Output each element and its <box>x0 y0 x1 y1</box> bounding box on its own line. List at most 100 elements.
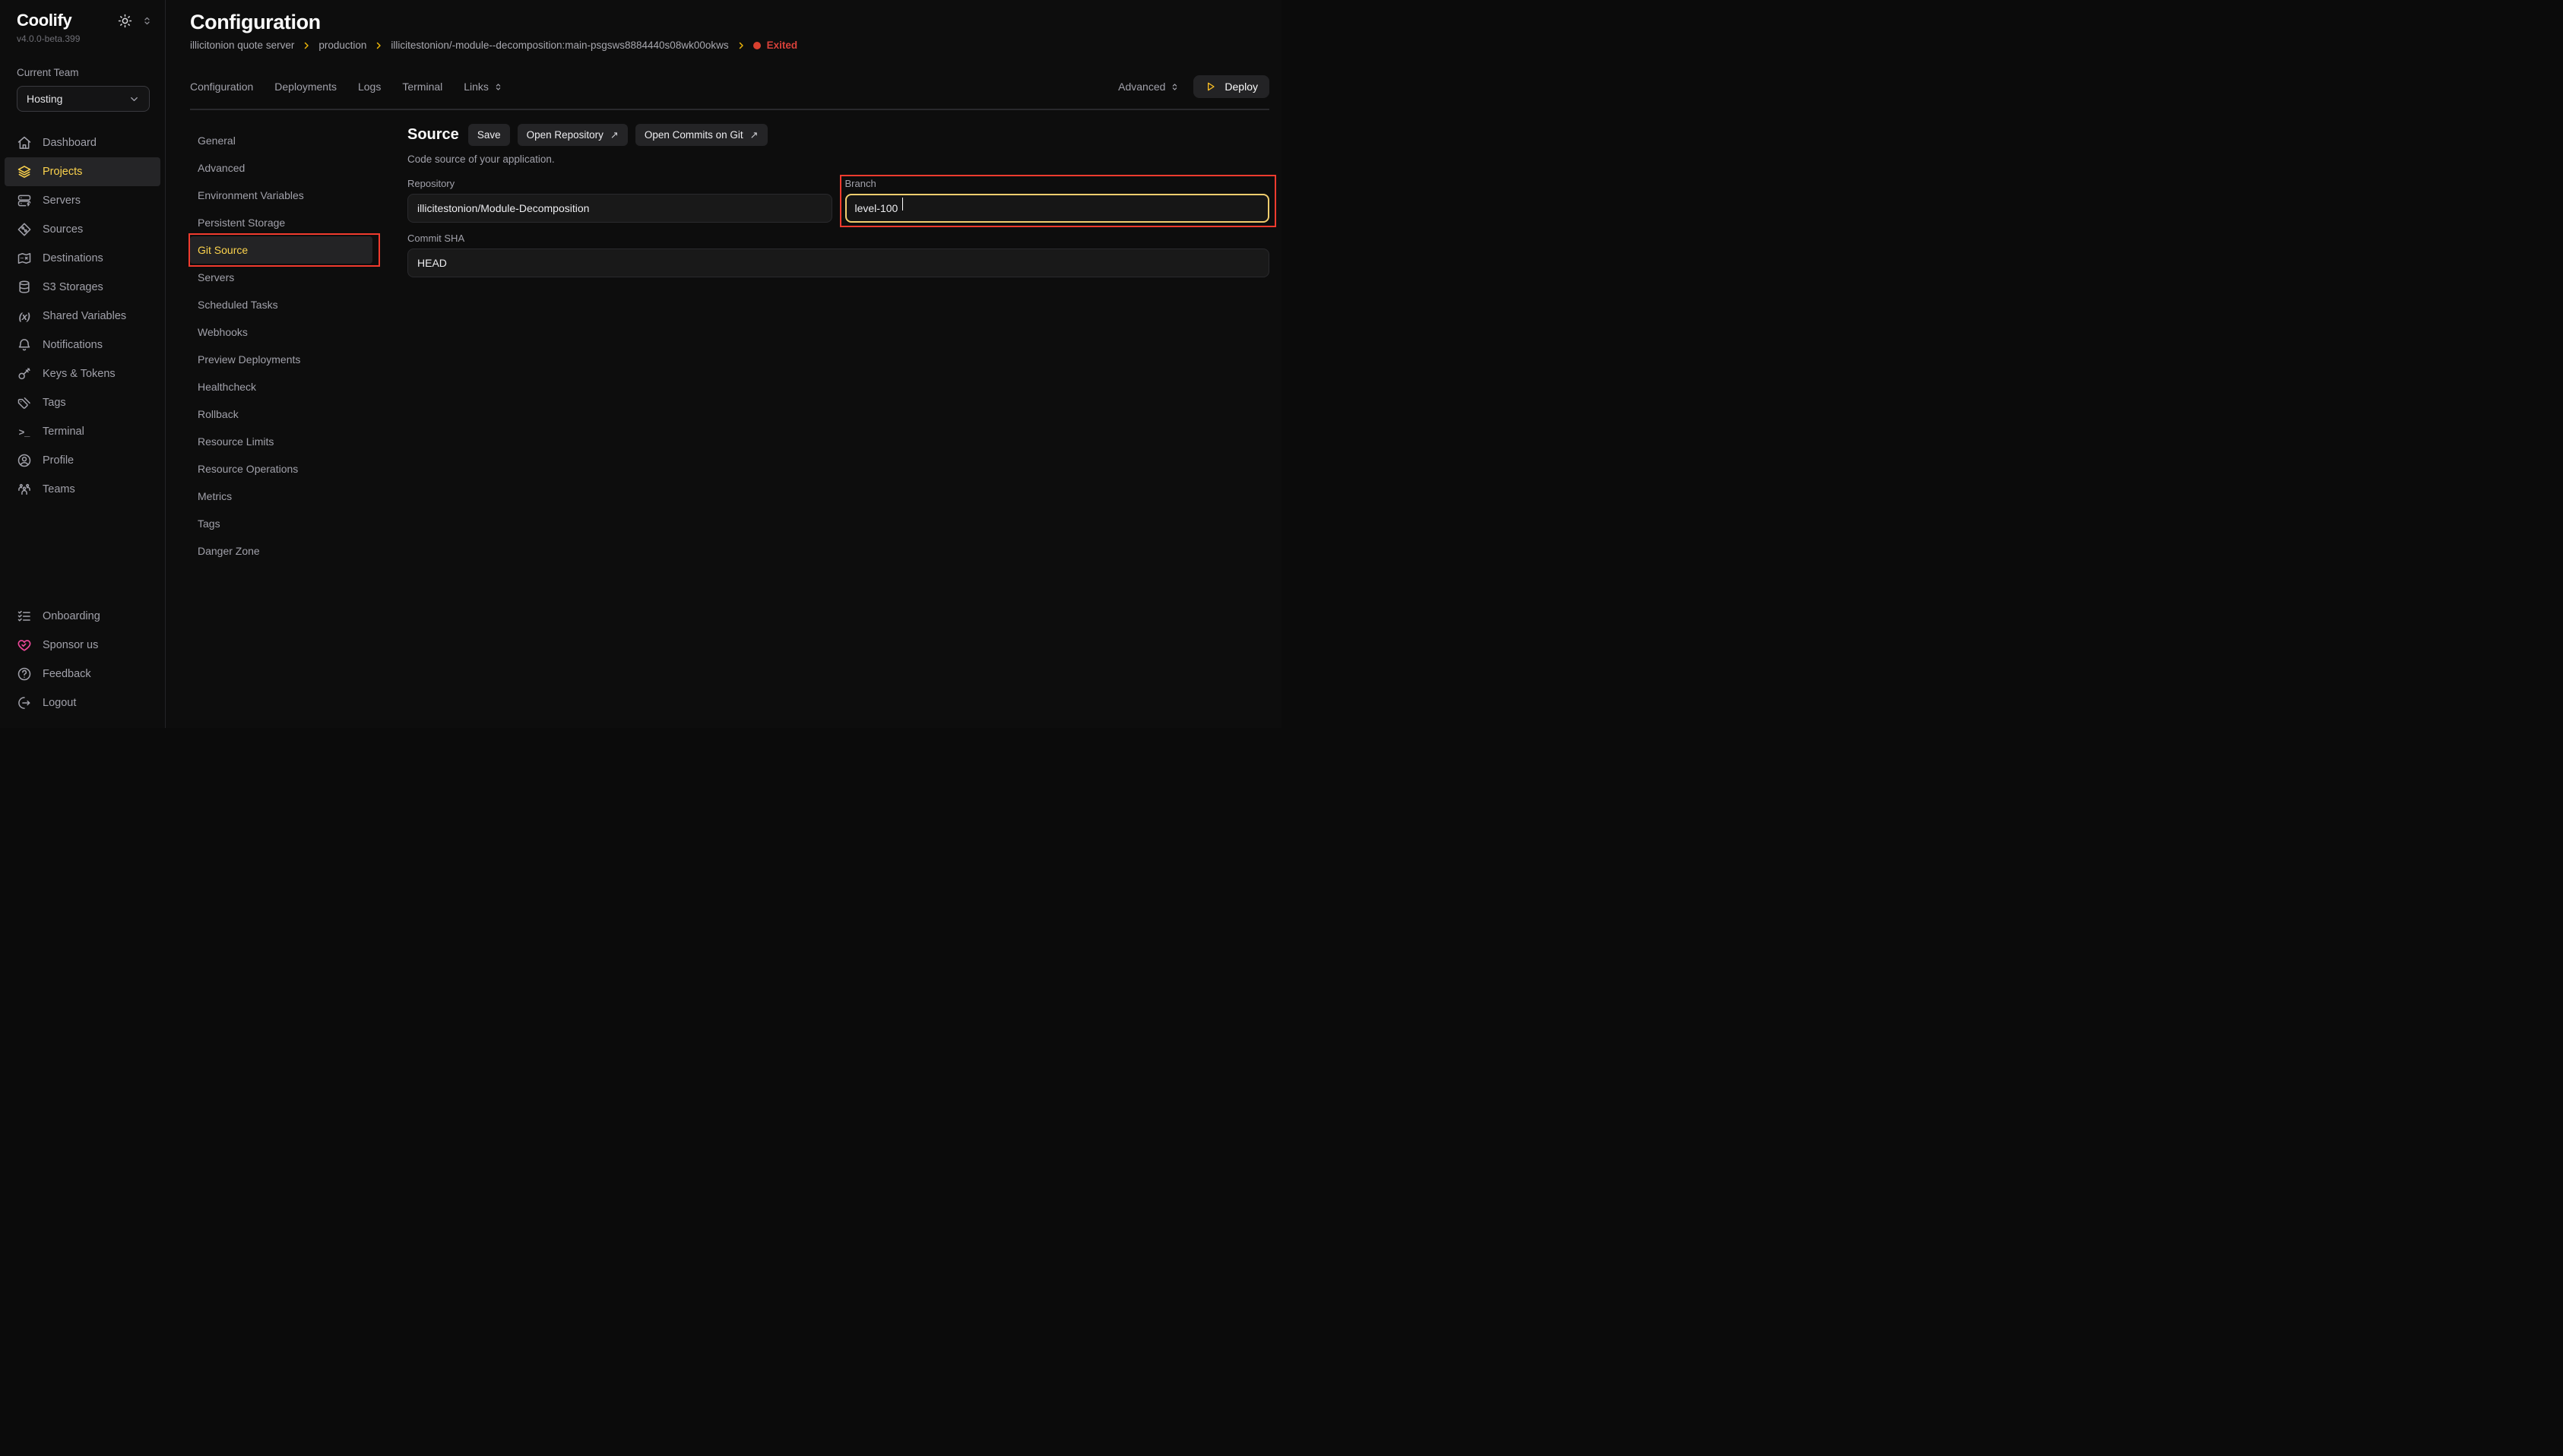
subnav-item-healthcheck[interactable]: Healthcheck <box>190 373 372 400</box>
sidebar-item-destinations[interactable]: Destinations <box>0 244 165 273</box>
user-icon <box>17 453 32 468</box>
sidebar-item-dashboard[interactable]: Dashboard <box>0 128 165 157</box>
tab-links[interactable]: Links <box>464 81 503 93</box>
sidebar-item-label: Projects <box>43 166 82 178</box>
subnav-item-danger-zone[interactable]: Danger Zone <box>190 537 372 565</box>
current-team-label: Current Team <box>0 44 165 78</box>
breadcrumb-project[interactable]: illicitonion quote server <box>190 40 294 51</box>
git-icon <box>17 222 32 237</box>
subnav-item-general[interactable]: General <box>190 127 372 154</box>
subnav-item-environment-variables[interactable]: Environment Variables <box>190 182 372 209</box>
home-icon <box>17 135 32 150</box>
sidebar-item-sponsor-us[interactable]: Sponsor us <box>0 631 165 660</box>
layers-icon <box>17 164 32 179</box>
source-description: Code source of your application. <box>407 154 1269 165</box>
sidebar-item-teams[interactable]: Teams <box>0 475 165 504</box>
map-icon <box>17 251 32 266</box>
open-repository-button[interactable]: Open Repository ↗ <box>518 124 628 146</box>
sidebar-item-label: Destinations <box>43 252 103 264</box>
sidebar-item-profile[interactable]: Profile <box>0 446 165 475</box>
play-icon <box>1205 81 1217 93</box>
repository-label: Repository <box>407 178 832 189</box>
subnav-item-tags[interactable]: Tags <box>190 510 372 537</box>
sidebar-item-keys-tokens[interactable]: Keys & Tokens <box>0 359 165 388</box>
tab-configuration[interactable]: Configuration <box>190 81 253 93</box>
subnav-item-webhooks[interactable]: Webhooks <box>190 318 372 346</box>
subnav-item-preview-deployments[interactable]: Preview Deployments <box>190 346 372 373</box>
coolify-app: Coolify v4.0.0-beta.399 Current Team Hos… <box>0 0 1282 728</box>
chevrons-up-down-icon <box>493 82 503 92</box>
tags-icon <box>17 395 32 410</box>
help-circle-icon <box>17 666 32 682</box>
sidebar-item-label: Profile <box>43 454 74 467</box>
breadcrumb-application[interactable]: illicitestonion/-module--decomposition:m… <box>391 40 728 51</box>
chevron-right-icon <box>374 41 383 50</box>
tab-deployments[interactable]: Deployments <box>274 81 337 93</box>
theme-toggle-sun-icon[interactable] <box>118 14 132 28</box>
key-icon <box>17 366 32 381</box>
subnav-item-rollback[interactable]: Rollback <box>190 400 372 428</box>
users-icon <box>17 482 32 497</box>
subnav-item-git-source[interactable]: Git Source <box>190 236 372 264</box>
sidebar-item-label: Terminal <box>43 426 84 438</box>
sidebar-item-label: Notifications <box>43 339 103 351</box>
advanced-menu[interactable]: Advanced <box>1118 81 1180 93</box>
tab-terminal[interactable]: Terminal <box>402 81 442 93</box>
sidebar-item-tags[interactable]: Tags <box>0 388 165 417</box>
sidebar-item-projects[interactable]: Projects <box>5 157 160 186</box>
subnav-item-scheduled-tasks[interactable]: Scheduled Tasks <box>190 291 372 318</box>
open-repository-label: Open Repository <box>527 129 604 141</box>
external-link-icon: ↗ <box>750 130 759 140</box>
main-content: Configuration illicitonion quote server … <box>166 0 1282 728</box>
open-commits-button[interactable]: Open Commits on Git ↗ <box>635 124 768 146</box>
save-button[interactable]: Save <box>468 124 510 146</box>
tabs-row: Configuration Deployments Logs Terminal … <box>190 75 1269 98</box>
sidebar-item-sources[interactable]: Sources <box>0 215 165 244</box>
subnav-item-metrics[interactable]: Metrics <box>190 483 372 510</box>
server-icon <box>17 193 32 208</box>
branch-label: Branch <box>845 178 1270 189</box>
tab-logs[interactable]: Logs <box>358 81 381 93</box>
breadcrumb-environment[interactable]: production <box>318 40 366 51</box>
subnav-item-servers[interactable]: Servers <box>190 264 372 291</box>
theme-selector-chevrons-icon[interactable] <box>141 15 153 27</box>
status-badge[interactable]: Exited <box>753 40 798 51</box>
repository-input[interactable] <box>407 194 832 223</box>
app-logo: Coolify <box>17 11 71 30</box>
sidebar-footer-nav: Onboarding Sponsor us Feedback Logout <box>0 602 165 717</box>
terminal-icon: >_ <box>17 424 32 439</box>
chevrons-up-down-icon <box>1170 82 1180 92</box>
config-subnav: General Advanced Environment Variables P… <box>190 121 372 728</box>
subnav-item-resource-limits[interactable]: Resource Limits <box>190 428 372 455</box>
breadcrumb: illicitonion quote server production ill… <box>190 40 1269 51</box>
branch-input[interactable] <box>845 194 1270 223</box>
sidebar-item-notifications[interactable]: Notifications <box>0 331 165 359</box>
sidebar-item-servers[interactable]: Servers <box>0 186 165 215</box>
sidebar-item-label: Onboarding <box>43 610 100 622</box>
heart-icon <box>17 638 32 653</box>
team-select-value: Hosting <box>27 93 62 105</box>
bell-icon <box>17 337 32 353</box>
subnav-item-persistent-storage[interactable]: Persistent Storage <box>190 209 372 236</box>
configuration-content: General Advanced Environment Variables P… <box>190 121 1269 728</box>
sidebar-item-terminal[interactable]: >_ Terminal <box>0 417 165 446</box>
deploy-button[interactable]: Deploy <box>1193 75 1269 98</box>
sidebar-item-logout[interactable]: Logout <box>0 688 165 717</box>
team-select[interactable]: Hosting <box>17 86 150 112</box>
page-title: Configuration <box>190 11 1269 34</box>
subnav-item-advanced[interactable]: Advanced <box>190 154 372 182</box>
sidebar-item-label: Sponsor us <box>43 639 98 651</box>
commit-sha-input[interactable] <box>407 248 1269 277</box>
sidebar-item-label: Shared Variables <box>43 310 126 322</box>
sidebar: Coolify v4.0.0-beta.399 Current Team Hos… <box>0 0 166 728</box>
status-dot-icon <box>753 42 761 49</box>
sidebar-item-onboarding[interactable]: Onboarding <box>0 602 165 631</box>
external-link-icon: ↗ <box>610 130 619 140</box>
sidebar-item-shared-variables[interactable]: (x) Shared Variables <box>0 302 165 331</box>
subnav-item-resource-operations[interactable]: Resource Operations <box>190 455 372 483</box>
sidebar-item-s3-storages[interactable]: S3 Storages <box>0 273 165 302</box>
chevron-right-icon <box>302 41 311 50</box>
sidebar-item-label: Keys & Tokens <box>43 368 116 380</box>
commit-sha-label: Commit SHA <box>407 233 1269 244</box>
sidebar-item-feedback[interactable]: Feedback <box>0 660 165 688</box>
